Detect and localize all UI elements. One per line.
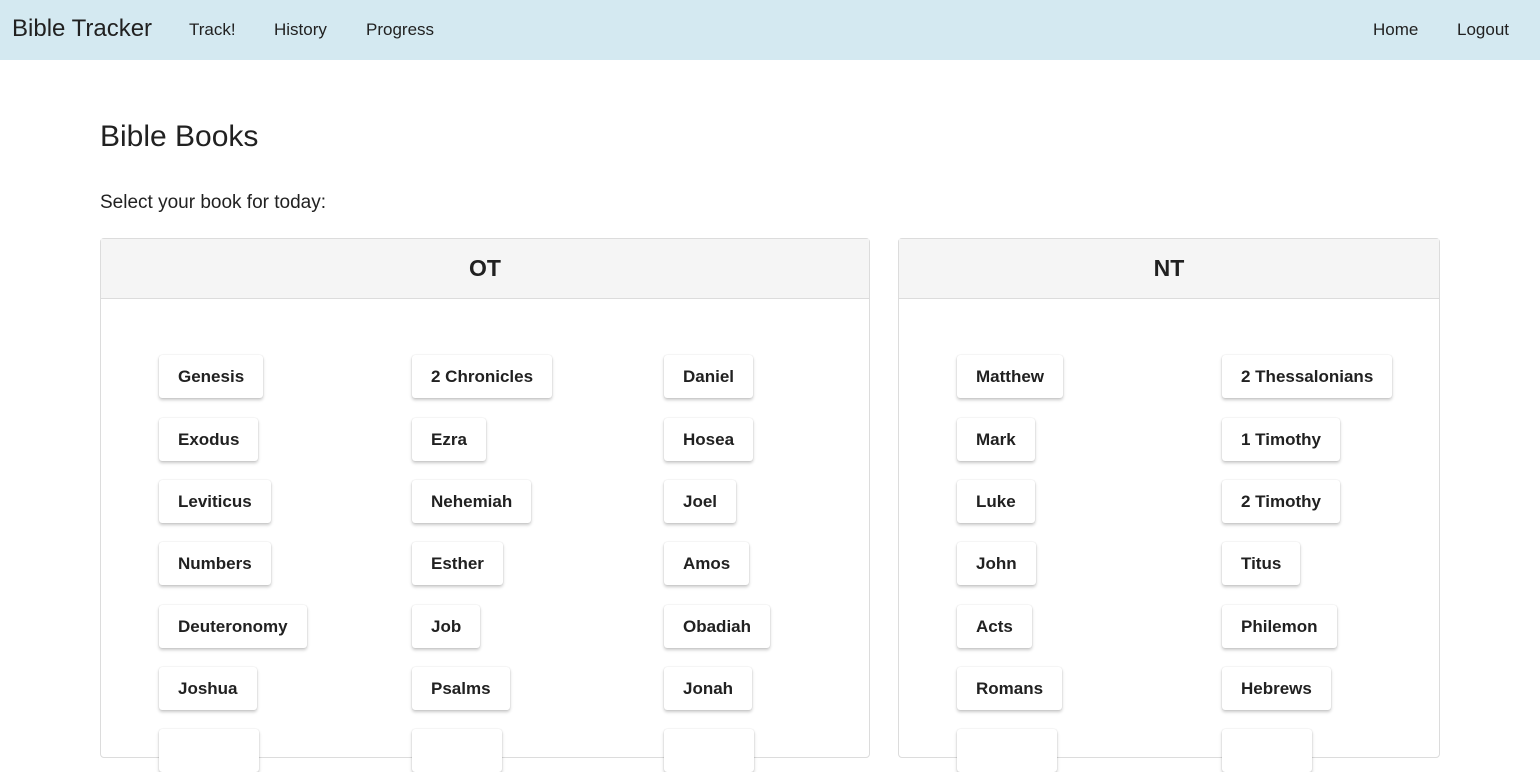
book-button[interactable]: Daniel	[664, 355, 754, 398]
book-button[interactable]: Luke	[957, 480, 1035, 523]
book-button[interactable]: Romans	[957, 667, 1063, 710]
book-button[interactable]	[159, 729, 259, 772]
book-button[interactable]: Leviticus	[159, 480, 271, 523]
nav-link-history[interactable]: History	[274, 20, 327, 40]
book-button[interactable]: Job	[412, 605, 481, 648]
book-button[interactable]: Titus	[1222, 542, 1301, 585]
ot-card: OT Genesis Exodus Leviticus Numbers Deuteron…	[100, 238, 870, 772]
book-button[interactable]: Matthew	[957, 355, 1063, 398]
nt-card: NT Matthew Mark Luke John Acts Romans 2 Thessa…	[898, 238, 1440, 772]
nt-card-header: NT	[899, 239, 1439, 299]
book-button[interactable]: 2 Chronicles	[412, 355, 553, 398]
book-button[interactable]: John	[957, 542, 1036, 585]
book-button[interactable]: Hosea	[664, 418, 754, 461]
book-button[interactable]: 1 Timothy	[1222, 418, 1340, 461]
book-button[interactable]: Mark	[957, 418, 1035, 461]
book-button[interactable]	[412, 729, 502, 772]
book-button[interactable]: Psalms	[412, 667, 510, 710]
book-button[interactable]: Genesis	[159, 355, 264, 398]
book-button[interactable]: Acts	[957, 605, 1032, 648]
book-button[interactable]: 2 Thessalonians	[1222, 355, 1393, 398]
nav-link-logout[interactable]: Logout	[1457, 20, 1509, 40]
brand-link[interactable]: Bible Tracker	[12, 15, 152, 43]
book-button[interactable]: Hebrews	[1222, 667, 1331, 710]
nav-link-progress[interactable]: Progress	[366, 20, 434, 40]
book-button[interactable]: Philemon	[1222, 605, 1337, 648]
nav-link-home[interactable]: Home	[1373, 20, 1418, 40]
nav-link-track[interactable]: Track!	[189, 20, 236, 40]
book-button[interactable]: Esther	[412, 542, 503, 585]
book-button[interactable]: Joshua	[159, 667, 257, 710]
book-button[interactable]: Exodus	[159, 418, 259, 461]
page-subtitle: Select your book for today:	[100, 192, 327, 213]
book-button[interactable]	[664, 729, 754, 772]
book-button[interactable]: Jonah	[664, 667, 753, 710]
page-title: Bible Books	[100, 120, 259, 153]
book-button[interactable]: Nehemiah	[412, 480, 532, 523]
book-button[interactable]	[957, 729, 1057, 772]
book-button[interactable]: Joel	[664, 480, 737, 523]
book-button[interactable]: 2 Timothy	[1222, 480, 1340, 523]
book-button[interactable]: Obadiah	[664, 605, 771, 648]
ot-card-header: OT	[101, 239, 869, 299]
book-button[interactable]: Ezra	[412, 418, 486, 461]
navbar: Bible Tracker Track! History Progress Ho…	[0, 0, 1540, 60]
book-button[interactable]	[1222, 729, 1312, 772]
book-button[interactable]: Deuteronomy	[159, 605, 307, 648]
book-button[interactable]: Amos	[664, 542, 750, 585]
book-button[interactable]: Numbers	[159, 542, 271, 585]
